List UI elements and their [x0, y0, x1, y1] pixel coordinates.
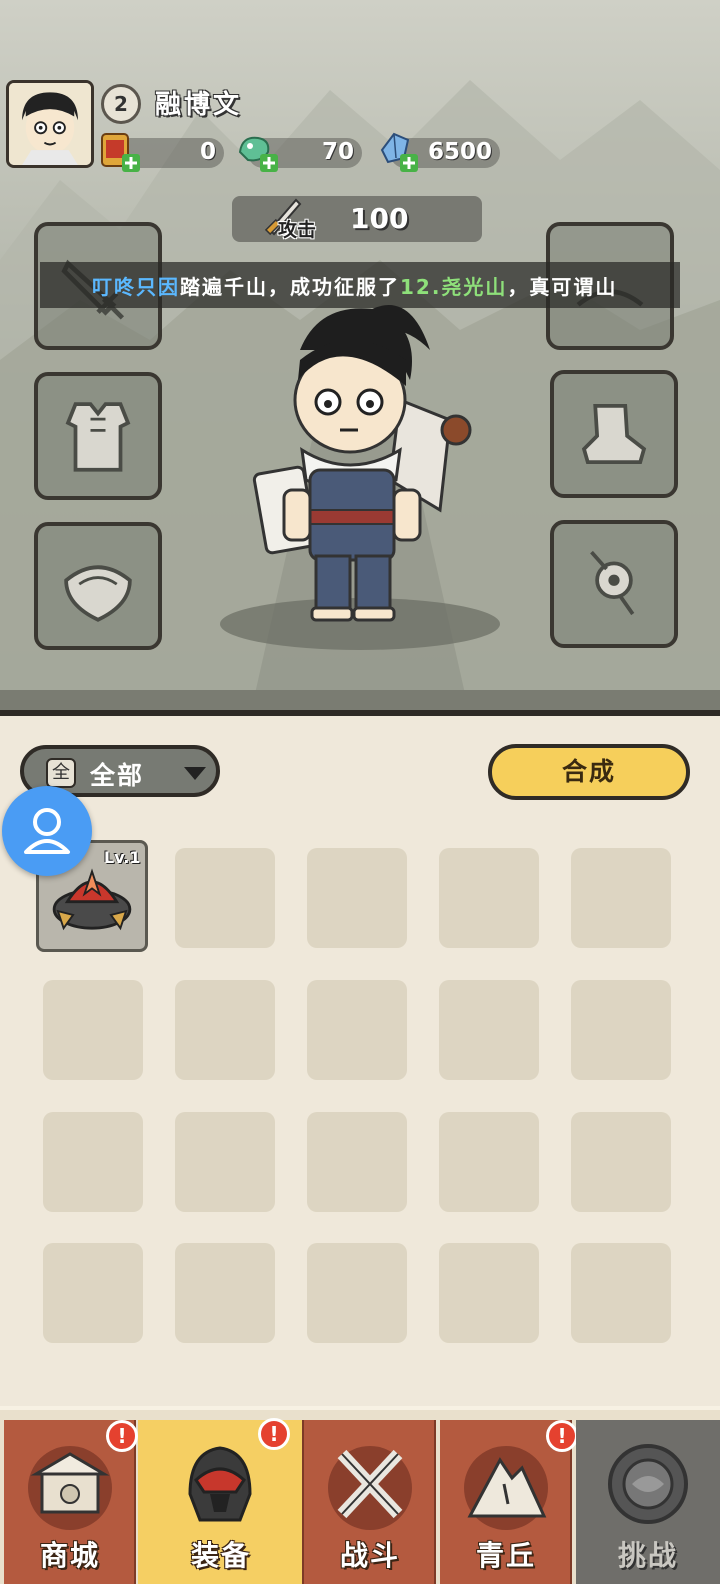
item-level-label: Lv.1 [104, 848, 141, 867]
inventory-slot[interactable] [43, 1112, 143, 1212]
scroll-token-icon[interactable] [94, 128, 144, 178]
marquee-text-2: ，真可谓山 [507, 274, 618, 299]
inventory-slot[interactable] [439, 848, 539, 948]
attack-label: 攻击 [278, 219, 317, 241]
floating-user-button[interactable] [2, 786, 92, 876]
inventory-slot[interactable] [307, 848, 407, 948]
notification-badge: ! [258, 1418, 290, 1450]
filter-chip: 全 [46, 758, 76, 788]
inventory-slot[interactable] [439, 980, 539, 1080]
resource-value: 6500 [427, 139, 492, 165]
resource-value: 0 [199, 139, 216, 165]
accessory-slot-icon [590, 550, 635, 616]
armor-slot[interactable] [34, 372, 162, 500]
necklace-slot-icon [64, 565, 132, 622]
helmet-icon [188, 1446, 252, 1522]
crystal-icon[interactable] [372, 128, 422, 178]
filter-label: 全部 [90, 761, 145, 790]
jade-dragon-icon[interactable] [232, 128, 282, 178]
inventory-slot[interactable] [175, 1112, 275, 1212]
inventory-slot[interactable] [439, 1112, 539, 1212]
inventory-slot[interactable] [175, 980, 275, 1080]
player-name: 融博文 [155, 90, 243, 120]
notification-badge: ! [546, 1420, 578, 1452]
tab-label: 商城 [39, 1539, 100, 1572]
merge-button[interactable]: 合成 [488, 744, 690, 800]
tab-label: 挑战 [617, 1539, 678, 1572]
inventory-slot[interactable] [175, 848, 275, 948]
notification-badge: ! [106, 1420, 138, 1452]
resource-value: 70 [321, 139, 354, 165]
mountain-icon [464, 1446, 548, 1530]
hero-character [252, 305, 472, 622]
player-level-badge: 2 [101, 84, 141, 124]
chevron-down-icon [184, 767, 206, 780]
tab-challenge[interactable]: 挑战 [576, 1420, 720, 1584]
inventory-slot[interactable] [43, 980, 143, 1080]
tab-label: 装备 [190, 1539, 251, 1572]
inventory-slot[interactable] [439, 1243, 539, 1343]
inventory-slot[interactable] [571, 1243, 671, 1343]
inventory-slot[interactable] [307, 1112, 407, 1212]
inventory-slot[interactable] [43, 1243, 143, 1343]
tab-label: 青丘 [475, 1539, 536, 1572]
tab-battle[interactable]: 战斗 [304, 1420, 436, 1584]
accessory-slot[interactable] [550, 520, 678, 648]
inventory-slot[interactable] [571, 848, 671, 948]
inventory-slot[interactable] [307, 980, 407, 1080]
necklace-slot[interactable] [34, 522, 162, 650]
shop-icon [28, 1446, 112, 1530]
tab-label: 战斗 [339, 1539, 400, 1572]
inventory-slot[interactable] [175, 1243, 275, 1343]
challenge-orb-icon [608, 1444, 688, 1524]
crossed-swords-icon [328, 1446, 412, 1530]
inventory-slot[interactable] [571, 1112, 671, 1212]
inventory-slot[interactable] [307, 1243, 407, 1343]
boots-slot-icon [581, 404, 647, 464]
boots-slot[interactable] [550, 370, 678, 498]
armor-slot-icon [65, 402, 131, 472]
user-icon [24, 808, 70, 854]
marquee-player: 叮咚只因 [92, 274, 180, 299]
inventory-slot[interactable] [571, 980, 671, 1080]
attack-value: 100 [350, 202, 409, 235]
player-avatar[interactable] [6, 80, 94, 168]
